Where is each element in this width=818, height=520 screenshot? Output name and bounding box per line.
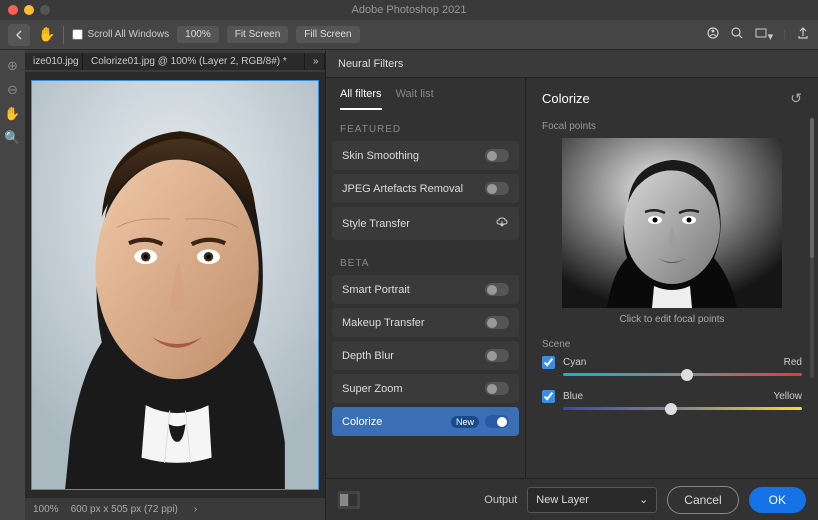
filter-colorize[interactable]: Colorize New — [332, 407, 519, 436]
scrollbar[interactable] — [810, 118, 814, 378]
filter-toggle[interactable] — [485, 316, 509, 329]
minimize-window-icon[interactable] — [24, 5, 34, 15]
canvas-area: ize010.jpg Colorize01.jpg @ 100% (Layer … — [25, 50, 325, 520]
tab-wait-list[interactable]: Wait list — [396, 88, 434, 110]
slider-thumb[interactable] — [665, 403, 677, 415]
maximize-window-icon[interactable] — [40, 5, 50, 15]
search-icon[interactable] — [730, 26, 744, 43]
filter-makeup-transfer[interactable]: Makeup Transfer — [332, 308, 519, 337]
filter-smart-portrait[interactable]: Smart Portrait — [332, 275, 519, 304]
filter-style-transfer[interactable]: Style Transfer — [332, 207, 519, 240]
output-dropdown[interactable]: New Layer ⌄ — [527, 487, 657, 513]
balance-left-label: Blue — [563, 391, 593, 402]
reset-icon[interactable]: ↺ — [790, 90, 802, 107]
share-icon[interactable] — [796, 26, 810, 43]
titlebar: Adobe Photoshop 2021 — [0, 0, 818, 20]
filter-toggle[interactable] — [485, 415, 509, 428]
filter-label: Colorize — [342, 416, 382, 428]
download-icon[interactable] — [495, 215, 509, 232]
chevron-down-icon: ⌄ — [639, 493, 648, 506]
document-tab-active[interactable]: Colorize01.jpg @ 100% (Layer 2, RGB/8#) … — [83, 53, 305, 70]
filter-skin-smoothing[interactable]: Skin Smoothing — [332, 141, 519, 170]
filter-label: Super Zoom — [342, 383, 403, 395]
app-title: Adobe Photoshop 2021 — [352, 4, 467, 16]
preview-mode-icon[interactable] — [338, 491, 360, 509]
scene-label: Scene — [542, 339, 802, 350]
filter-toggle[interactable] — [485, 283, 509, 296]
filter-detail-pane: Colorize ↺ Focal points — [526, 78, 818, 478]
canvas[interactable] — [25, 72, 325, 498]
new-badge: New — [451, 416, 479, 428]
output-label: Output — [484, 494, 517, 506]
blue-yellow-checkbox[interactable] — [542, 390, 555, 403]
status-chevron-icon[interactable]: › — [194, 504, 197, 515]
filter-toggle[interactable] — [485, 349, 509, 362]
fill-screen-button[interactable]: Fill Screen — [296, 26, 359, 43]
back-button[interactable] — [8, 24, 30, 46]
filter-label: JPEG Artefacts Removal — [342, 183, 463, 195]
focal-points-label: Focal points — [542, 121, 802, 132]
neural-filters-panel: Neural Filters All filters Wait list FEA… — [325, 50, 818, 520]
filter-super-zoom[interactable]: Super Zoom — [332, 374, 519, 403]
balance-left-label: Cyan — [563, 357, 593, 368]
cyan-red-slider[interactable] — [563, 373, 802, 376]
focal-caption: Click to edit focal points — [542, 314, 802, 325]
beta-section-label: BETA — [326, 244, 525, 275]
filter-toggle[interactable] — [485, 382, 509, 395]
detail-title: Colorize — [542, 91, 590, 106]
canvas-status-bar: 100% 600 px x 505 px (72 ppi) › — [25, 498, 325, 520]
tab-all-filters[interactable]: All filters — [340, 88, 382, 110]
zoom-tool-icon[interactable]: 🔍 — [4, 130, 20, 146]
hand-icon[interactable]: ✋ — [4, 106, 20, 122]
balance-right-label: Yellow — [772, 391, 802, 402]
dropdown-value: New Layer — [536, 494, 589, 506]
cloud-docs-icon[interactable] — [706, 26, 720, 43]
zoom-out-icon[interactable]: ⊖ — [7, 82, 18, 98]
filter-label: Makeup Transfer — [342, 317, 425, 329]
workspace-icon[interactable]: ▾ — [754, 26, 774, 43]
hand-tool-icon[interactable]: ✋ — [38, 26, 55, 43]
cancel-button[interactable]: Cancel — [667, 486, 738, 514]
featured-section-label: FEATURED — [326, 110, 525, 141]
blue-yellow-slider[interactable] — [563, 407, 802, 410]
slider-thumb[interactable] — [681, 369, 693, 381]
zoom-in-icon[interactable]: ⊕ — [7, 58, 18, 74]
neural-footer: Output New Layer ⌄ Cancel OK — [326, 478, 818, 520]
close-window-icon[interactable] — [8, 5, 18, 15]
filter-label: Depth Blur — [342, 350, 394, 362]
filter-label: Smart Portrait — [342, 284, 410, 296]
status-zoom: 100% — [33, 504, 59, 515]
fit-screen-button[interactable]: Fit Screen — [227, 26, 289, 43]
cyan-red-checkbox[interactable] — [542, 356, 555, 369]
scroll-all-windows-checkbox[interactable]: Scroll All Windows — [72, 29, 169, 40]
document-tab[interactable]: ize010.jpg — [25, 53, 83, 70]
filter-toggle[interactable] — [485, 182, 509, 195]
filter-label: Skin Smoothing — [342, 150, 419, 162]
focal-preview[interactable] — [562, 138, 782, 308]
filter-list: All filters Wait list FEATURED Skin Smoo… — [326, 78, 526, 478]
zoom-level-button[interactable]: 100% — [177, 26, 219, 43]
filter-toggle[interactable] — [485, 149, 509, 162]
document-tabs: ize010.jpg Colorize01.jpg @ 100% (Layer … — [25, 50, 325, 72]
options-bar: ✋ Scroll All Windows 100% Fit Screen Fil… — [0, 20, 818, 50]
ok-button[interactable]: OK — [749, 487, 806, 513]
balance-right-label: Red — [772, 357, 802, 368]
filter-jpeg-artefacts[interactable]: JPEG Artefacts Removal — [332, 174, 519, 203]
neural-filters-header: Neural Filters — [326, 50, 818, 78]
filter-depth-blur[interactable]: Depth Blur — [332, 341, 519, 370]
filter-label: Style Transfer — [342, 218, 410, 230]
window-controls — [8, 5, 50, 15]
left-tool-strip: ⊕ ⊖ ✋ 🔍 — [0, 50, 25, 520]
status-dimensions: 600 px x 505 px (72 ppi) — [71, 504, 178, 515]
tab-overflow-icon[interactable]: » — [305, 53, 325, 70]
